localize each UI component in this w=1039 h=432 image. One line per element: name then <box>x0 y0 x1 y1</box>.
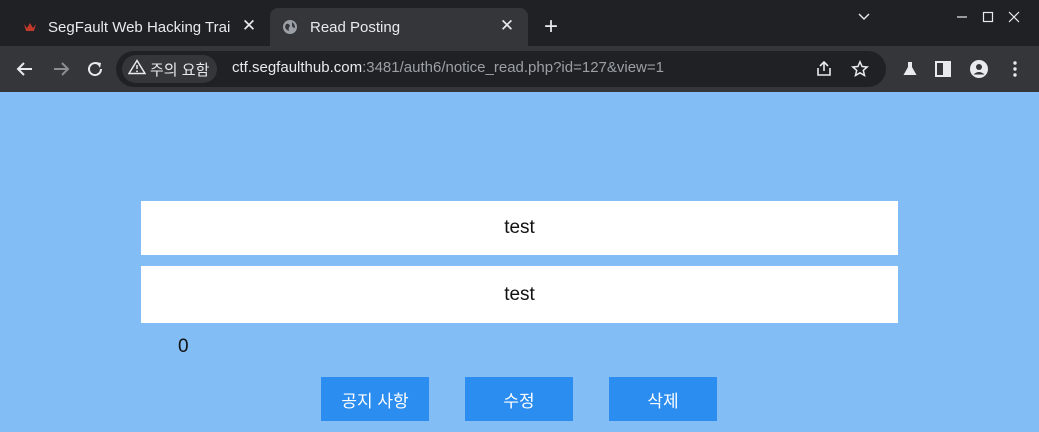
url-text[interactable]: ctf.segfaulthub.com:3481/auth6/notice_re… <box>232 59 664 76</box>
tab-read-posting[interactable]: Read Posting ✕ <box>270 8 528 46</box>
forward-arrow-icon[interactable] <box>48 56 74 82</box>
profile-avatar-icon[interactable] <box>969 59 989 79</box>
tab-title: SegFault Web Hacking Trai <box>48 18 231 36</box>
edit-button[interactable]: 수정 <box>465 377 573 421</box>
more-menu-icon[interactable] <box>1005 59 1025 79</box>
tab-title: Read Posting <box>310 18 401 36</box>
side-panel-icon[interactable] <box>933 59 953 79</box>
view-count: 0 <box>178 336 189 357</box>
delete-button[interactable]: 삭제 <box>609 377 717 421</box>
security-label: 주의 요함 <box>150 61 210 79</box>
url-host: ctf.segfaulthub.com <box>232 59 363 76</box>
segfault-logo-icon <box>22 19 38 35</box>
browser-toolbar: 주의 요함 ctf.segfaulthub.com:3481/auth6/not… <box>0 46 1039 92</box>
page-content: test test 0 공지 사항 수정 삭제 <box>0 92 1039 432</box>
omnibox[interactable]: 주의 요함 ctf.segfaulthub.com:3481/auth6/not… <box>116 51 886 87</box>
notice-list-button[interactable]: 공지 사항 <box>321 377 429 421</box>
share-icon[interactable] <box>814 59 834 79</box>
tab-search-icon[interactable] <box>840 0 888 34</box>
post-content: test <box>141 266 898 323</box>
tab-close-icon[interactable]: ✕ <box>240 17 258 35</box>
tab-strip: SegFault Web Hacking Trai ✕ Read Posting… <box>0 0 1039 46</box>
security-warning-chip[interactable]: 주의 요함 <box>122 55 218 83</box>
globe-icon <box>282 19 298 35</box>
labs-flask-icon[interactable] <box>900 59 920 79</box>
tab-close-icon[interactable]: ✕ <box>498 17 516 35</box>
back-arrow-icon[interactable] <box>12 56 38 82</box>
new-tab-icon[interactable]: + <box>538 14 564 40</box>
window-close-icon[interactable] <box>990 0 1038 34</box>
reload-icon[interactable] <box>82 56 108 82</box>
tab-segfault[interactable]: SegFault Web Hacking Trai ✕ <box>8 8 270 46</box>
url-path: :3481/auth6/notice_read.php?id=127&view=… <box>362 59 664 76</box>
post-title: test <box>141 201 898 255</box>
bookmark-star-icon[interactable] <box>850 59 870 79</box>
warning-triangle-icon <box>127 59 147 79</box>
